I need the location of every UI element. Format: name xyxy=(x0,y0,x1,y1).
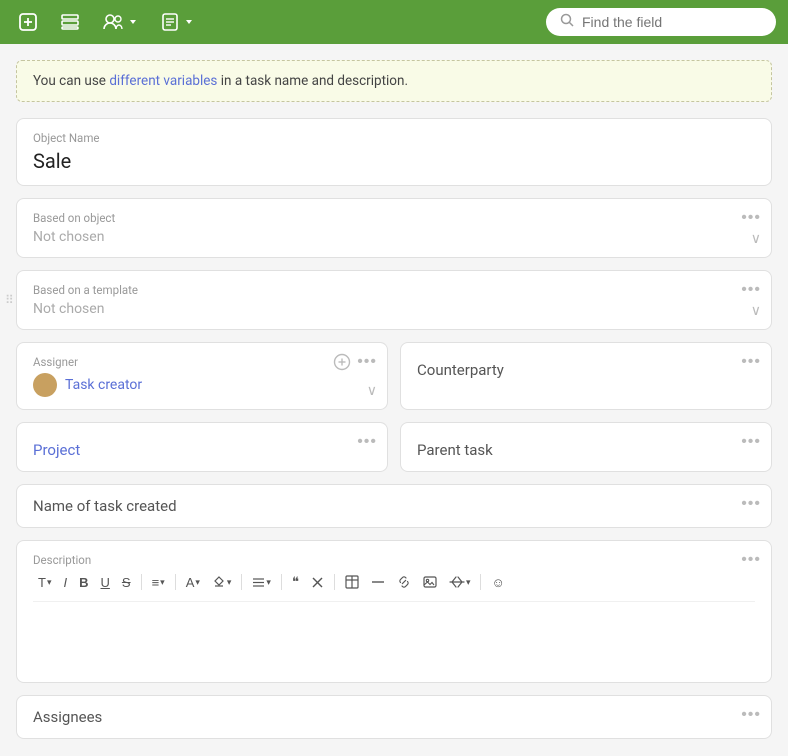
tb-list[interactable]: ▾ xyxy=(247,573,276,592)
tb-bold[interactable]: B xyxy=(74,572,93,593)
layout-button[interactable] xyxy=(54,8,86,36)
description-label: Description xyxy=(33,553,755,567)
based-on-template-card[interactable]: ⠿ Based on a template Not chosen ••• ∨ xyxy=(16,270,772,330)
tb-table[interactable] xyxy=(340,572,364,592)
based-on-template-more[interactable]: ••• xyxy=(741,281,761,299)
tb-sep-3 xyxy=(241,574,242,590)
tb-highlight[interactable]: ▾ xyxy=(207,572,237,592)
docs-button[interactable] xyxy=(154,8,200,36)
assignees-more[interactable]: ••• xyxy=(741,706,761,724)
tb-sep-5 xyxy=(334,574,335,590)
object-name-label: Object Name xyxy=(33,131,755,145)
search-input[interactable] xyxy=(582,14,762,30)
name-of-task-value: Name of task created xyxy=(33,497,755,515)
parent-task-more[interactable]: ••• xyxy=(741,433,761,451)
assigner-chevron: ∨ xyxy=(367,383,377,399)
tb-embed[interactable]: ▾ xyxy=(444,572,476,592)
based-on-object-value: Not chosen xyxy=(33,229,755,245)
project-more[interactable]: ••• xyxy=(357,433,377,451)
object-name-card: Object Name Sale xyxy=(16,118,772,186)
based-on-object-label: Based on object xyxy=(33,211,755,225)
variables-link[interactable]: different variables xyxy=(109,73,217,89)
counterparty-more[interactable]: ••• xyxy=(741,353,761,371)
based-on-template-value: Not chosen xyxy=(33,301,755,317)
info-banner: You can use different variables in a tas… xyxy=(16,60,772,102)
assignees-value: Assignees xyxy=(33,708,755,726)
tb-emoji[interactable]: ☺ xyxy=(486,572,509,593)
assigner-more[interactable]: ••• xyxy=(357,353,377,371)
based-on-template-chevron: ∨ xyxy=(751,303,761,319)
tb-hr[interactable] xyxy=(366,572,390,592)
add-button[interactable] xyxy=(12,8,44,36)
based-on-object-card[interactable]: Based on object Not chosen ••• ∨ xyxy=(16,198,772,258)
counterparty-value: Counterparty xyxy=(417,361,755,379)
parent-task-value: Parent task xyxy=(417,441,755,459)
description-content[interactable] xyxy=(33,610,755,670)
assigner-add-button[interactable] xyxy=(333,353,351,376)
description-card: Description ••• T ▾ I B U S ≡ ▾ A ▾ ▾ ▾ … xyxy=(16,540,772,683)
tb-italic[interactable]: I xyxy=(58,572,72,593)
tb-sep-1 xyxy=(141,574,142,590)
top-nav xyxy=(0,0,788,44)
assigner-row: Task creator xyxy=(33,373,371,397)
based-on-object-more[interactable]: ••• xyxy=(741,209,761,227)
tb-sep-6 xyxy=(480,574,481,590)
tb-sep-2 xyxy=(175,574,176,590)
assigner-label: Assigner xyxy=(33,355,371,369)
tb-strikethrough[interactable]: S xyxy=(117,572,136,593)
assigner-card: Assigner Task creator ••• ∨ xyxy=(16,342,388,410)
project-parenttask-row: Project ••• Parent task ••• xyxy=(16,422,772,472)
tb-text-style[interactable]: T ▾ xyxy=(33,572,56,593)
description-more[interactable]: ••• xyxy=(741,551,761,569)
tb-image[interactable] xyxy=(418,572,442,592)
assignees-card: Assignees ••• xyxy=(16,695,772,739)
drag-handle[interactable]: ⠿ xyxy=(5,293,14,307)
assigner-counterparty-row: Assigner Task creator ••• ∨ Counterparty… xyxy=(16,342,772,410)
project-card: Project ••• xyxy=(16,422,388,472)
avatar xyxy=(33,373,57,397)
tb-sep-4 xyxy=(281,574,282,590)
name-of-task-more[interactable]: ••• xyxy=(741,495,761,513)
search-icon xyxy=(560,13,574,31)
tb-quote[interactable]: ❝ xyxy=(287,571,304,593)
name-of-task-card: Name of task created ••• xyxy=(16,484,772,528)
tb-font-color[interactable]: A ▾ xyxy=(181,572,205,593)
main-content: You can use different variables in a tas… xyxy=(0,44,788,756)
based-on-object-chevron: ∨ xyxy=(751,231,761,247)
description-toolbar: T ▾ I B U S ≡ ▾ A ▾ ▾ ▾ ❝ xyxy=(33,571,755,602)
tb-clear[interactable] xyxy=(306,573,329,592)
tb-link[interactable] xyxy=(392,572,416,592)
users-button[interactable] xyxy=(96,8,144,36)
object-name-value: Sale xyxy=(33,149,755,173)
project-value: Project xyxy=(33,441,371,459)
counterparty-card: Counterparty ••• xyxy=(400,342,772,410)
tb-align[interactable]: ≡ ▾ xyxy=(147,572,170,593)
tb-underline[interactable]: U xyxy=(96,572,115,593)
search-bar[interactable] xyxy=(546,8,776,36)
based-on-template-label: Based on a template xyxy=(33,283,755,297)
parent-task-card: Parent task ••• xyxy=(400,422,772,472)
assigner-name: Task creator xyxy=(65,377,142,393)
